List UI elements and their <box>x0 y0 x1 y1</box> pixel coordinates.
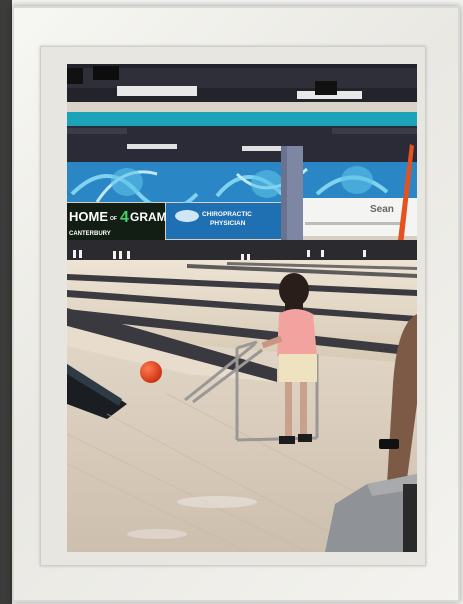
sign-number: 4 <box>120 209 129 226</box>
chiro-title: CHIROPRACTIC <box>202 211 252 218</box>
sign-gram: GRAM <box>130 210 167 224</box>
bowling-photo: HOME OF 4 GRAM CANTERBURY CHIROPRACTIC P… <box>67 64 417 552</box>
ceiling-light <box>117 86 197 96</box>
sign-sub: CANTERBURY <box>69 231 111 237</box>
chiro-sub: PHYSICIAN <box>210 220 246 227</box>
teal-band <box>67 112 417 126</box>
sign-of: OF <box>110 216 117 222</box>
bowling-ball <box>140 361 162 383</box>
chiro-logo <box>175 210 199 222</box>
sign-home: HOME <box>69 209 108 224</box>
right-sign-text: Sean <box>370 204 394 215</box>
bowling-scene: HOME OF 4 GRAM CANTERBURY CHIROPRACTIC P… <box>67 64 417 552</box>
